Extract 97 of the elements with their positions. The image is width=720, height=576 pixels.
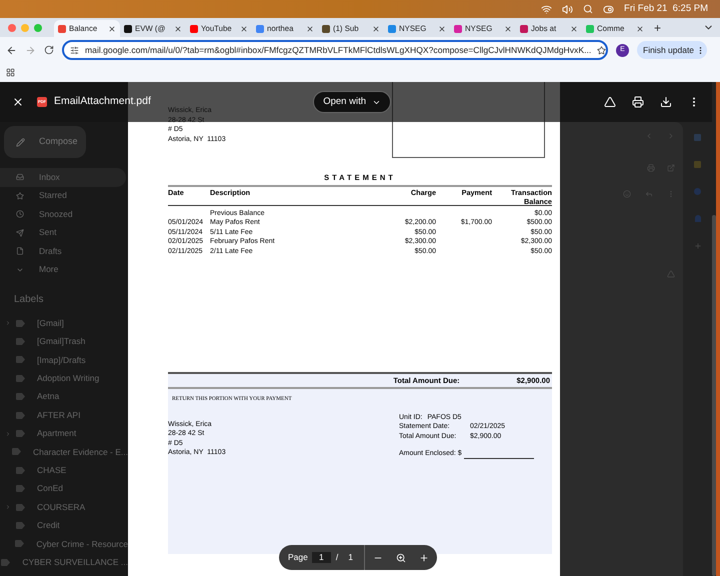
clock-icon bbox=[16, 210, 24, 218]
close-tab-icon[interactable] bbox=[636, 24, 644, 32]
label-name: CHASE bbox=[37, 464, 66, 477]
label-icon bbox=[16, 338, 25, 346]
label-name: Apartment bbox=[37, 427, 76, 440]
close-tab-icon[interactable] bbox=[372, 24, 380, 32]
label-name: [Gmail] bbox=[37, 316, 64, 330]
label-name: Cyber Crime - Resource bbox=[36, 538, 128, 550]
close-tab-icon[interactable] bbox=[570, 24, 578, 32]
page-label: Page bbox=[288, 551, 308, 564]
label-item[interactable]: Adoption Writing bbox=[0, 369, 128, 388]
pencil-icon bbox=[16, 138, 25, 146]
control-center-icon[interactable] bbox=[603, 4, 614, 14]
label-item[interactable]: Aetna bbox=[0, 388, 128, 406]
url-text: mail.google.com/mail/u/0/?tab=rm&ogbl#inbox/FMfcgzQZTMRbVLFTkMFlCtdlsWLgXHQX?compose=CllgCJvlHNWKdQJMdgHvxK... bbox=[85, 44, 592, 56]
nav-item[interactable]: Sent bbox=[0, 224, 126, 242]
label-name: AFTER API bbox=[37, 408, 80, 422]
volume-icon[interactable] bbox=[562, 4, 574, 14]
label-name: [Gmail]Trash bbox=[37, 335, 86, 348]
apps-grid-icon[interactable] bbox=[6, 68, 15, 77]
zoom-icon[interactable] bbox=[396, 552, 406, 562]
label-name: Aetna bbox=[37, 390, 60, 404]
label-item[interactable]: Credit bbox=[0, 516, 128, 535]
close-tab-icon[interactable] bbox=[504, 24, 512, 32]
zoom-in-icon[interactable] bbox=[418, 552, 429, 562]
close-tab-icon[interactable] bbox=[438, 24, 446, 32]
label-icon bbox=[16, 393, 25, 400]
label-item[interactable]: CYBER SURVEILLANCE ... bbox=[0, 553, 128, 572]
label-icon bbox=[1, 558, 10, 566]
labels-heading: Labels bbox=[13, 293, 44, 306]
label-item[interactable]: COURSERA bbox=[0, 498, 128, 516]
nav-item[interactable]: Starred bbox=[0, 186, 126, 205]
label-item[interactable]: Cyber Crime - Resource bbox=[0, 534, 128, 554]
label-name: ConEd bbox=[37, 482, 63, 496]
label-item[interactable]: AFTER API bbox=[0, 406, 128, 424]
label-icon bbox=[15, 540, 24, 548]
star-icon bbox=[16, 192, 24, 200]
close-tab-icon[interactable] bbox=[306, 24, 314, 32]
label-name: [Imap]/Drafts bbox=[37, 354, 86, 366]
bookmark-star-icon[interactable] bbox=[597, 46, 606, 54]
page-separator: / bbox=[336, 551, 338, 564]
nav-item[interactable]: Inbox bbox=[0, 168, 126, 186]
send-icon bbox=[16, 228, 24, 237]
label-name: Character Evidence - E... bbox=[33, 446, 128, 458]
label-icon bbox=[16, 466, 25, 474]
address-field[interactable]: mail.google.com/mail/u/0/?tab=rm&ogbl#inbox/FMfcgzQZTMRbVLFTkMFlCtdlsWLgXHQX?compose=CllgCJvlHNWKdQJMdgHvxK... bbox=[62, 40, 608, 60]
file-icon bbox=[16, 247, 24, 256]
menu-bar-clock: Fri Feb 21 6:25 PM bbox=[624, 2, 708, 16]
label-icon bbox=[16, 430, 25, 438]
label-icon bbox=[16, 485, 25, 492]
label-item[interactable]: CHASE bbox=[0, 461, 128, 480]
nav-label: Sent bbox=[39, 226, 56, 240]
nav-label: More bbox=[39, 263, 58, 276]
label-name: COURSERA bbox=[37, 500, 86, 514]
label-icon bbox=[16, 374, 25, 382]
close-tab-icon[interactable] bbox=[240, 24, 248, 32]
nav-label: Inbox bbox=[39, 170, 60, 184]
open-with-button[interactable]: Open with bbox=[313, 91, 391, 113]
label-name: Credit bbox=[37, 519, 60, 532]
label-icon bbox=[16, 356, 25, 364]
new-tab-button[interactable]: + bbox=[648, 20, 668, 37]
reload-icon[interactable] bbox=[44, 45, 54, 55]
label-item[interactable]: [Gmail] bbox=[0, 314, 128, 332]
close-icon[interactable] bbox=[12, 96, 24, 108]
scrollbar-thumb[interactable] bbox=[712, 215, 716, 576]
search-icon[interactable] bbox=[583, 4, 594, 14]
compose-button[interactable]: Compose bbox=[4, 126, 86, 158]
nav-label: Starred bbox=[39, 189, 67, 202]
download-icon[interactable] bbox=[660, 96, 672, 108]
label-item[interactable]: Character Evidence - E... bbox=[0, 442, 128, 462]
wifi-icon[interactable] bbox=[541, 4, 552, 14]
nav-item[interactable]: Snoozed bbox=[0, 205, 126, 224]
label-icon bbox=[16, 412, 25, 419]
label-item[interactable]: ConEd bbox=[0, 480, 128, 498]
inbox-icon bbox=[16, 173, 24, 182]
site-settings-icon[interactable] bbox=[70, 46, 79, 54]
label-icon bbox=[16, 320, 25, 327]
label-item[interactable]: [Gmail]Trash bbox=[0, 332, 128, 351]
page-total: 1 bbox=[348, 551, 353, 564]
label-icon bbox=[16, 504, 25, 511]
label-name: Adoption Writing bbox=[37, 372, 100, 385]
nav-label: Snoozed bbox=[39, 208, 73, 221]
page-number-field[interactable]: 1 bbox=[312, 552, 331, 563]
file-name: EmailAttachment.pdf bbox=[54, 94, 151, 110]
label-icon bbox=[12, 448, 22, 456]
nav-item[interactable]: Drafts bbox=[0, 242, 126, 260]
label-item[interactable]: Apartment bbox=[0, 424, 128, 443]
print-icon[interactable] bbox=[632, 96, 644, 108]
label-item[interactable]: [Imap]/Drafts bbox=[0, 350, 128, 370]
close-tab-icon[interactable] bbox=[174, 24, 182, 32]
back-icon[interactable] bbox=[6, 44, 17, 56]
nav-label: Drafts bbox=[39, 244, 62, 258]
close-tab-icon[interactable] bbox=[108, 24, 116, 32]
finish-update-button[interactable]: Finish update bbox=[637, 41, 708, 59]
label-icon bbox=[16, 522, 25, 529]
label-name: CYBER SURVEILLANCE ... bbox=[22, 556, 128, 569]
nav-item[interactable]: More bbox=[0, 260, 126, 279]
